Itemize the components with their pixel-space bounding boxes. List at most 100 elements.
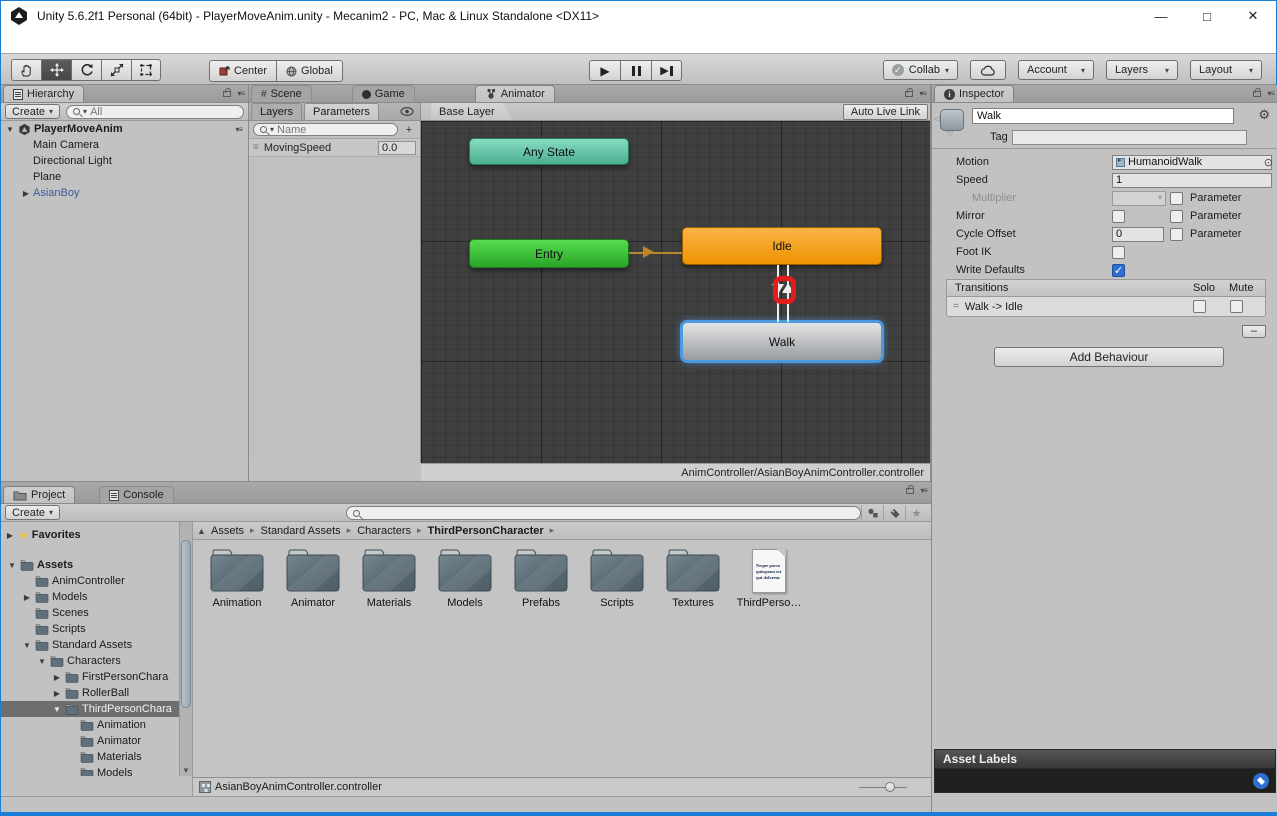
asset-item[interactable]: Textures: [657, 548, 729, 609]
tree-row[interactable]: ▼ Assets: [1, 557, 179, 573]
tag-field[interactable]: [1012, 130, 1247, 145]
hand-tool-button[interactable]: [11, 59, 41, 81]
console-tab[interactable]: Console: [99, 486, 173, 503]
breadcrumb-up-icon[interactable]: ▲: [197, 526, 211, 536]
hierarchy-scene-row[interactable]: ▼ PlayerMoveAnim ▾≡: [1, 121, 248, 137]
motion-field[interactable]: HumanoidWalk: [1112, 155, 1272, 170]
tree-scrollbar[interactable]: ▼: [179, 522, 192, 776]
foot-ik-checkbox[interactable]: [1112, 246, 1125, 259]
tree-row[interactable]: ▼ ThirdPersonChara: [1, 701, 179, 717]
scene-tab[interactable]: # Scene: [251, 85, 312, 102]
drag-handle-icon[interactable]: =: [953, 301, 959, 312]
hierarchy-item[interactable]: Main Camera: [1, 137, 248, 153]
label-tag-icon[interactable]: [1253, 773, 1269, 789]
foldout-icon[interactable]: ▼: [7, 561, 17, 570]
any-state-node[interactable]: Any State: [469, 138, 629, 165]
lock-icon[interactable]: [905, 91, 913, 97]
tree-row[interactable]: ▶ Models: [1, 589, 179, 605]
menu-item[interactable]: [3, 31, 23, 53]
remove-transition-button[interactable]: –: [1242, 325, 1266, 338]
transition-row[interactable]: = Walk -> Idle: [946, 297, 1266, 317]
auto-live-link-button[interactable]: Auto Live Link: [843, 104, 928, 120]
gear-icon[interactable]: ⚙: [1258, 107, 1270, 123]
maximize-button[interactable]: □: [1184, 1, 1230, 31]
multiplier-parameter-checkbox[interactable]: [1170, 192, 1183, 205]
asset-item[interactable]: Prefabs: [505, 548, 577, 609]
favorites-row[interactable]: ▶ ★ Favorites: [1, 527, 179, 543]
add-behaviour-button[interactable]: Add Behaviour: [994, 347, 1224, 367]
foldout-icon[interactable]: ▶: [21, 189, 31, 198]
menu-item[interactable]: [83, 31, 103, 53]
slider-knob[interactable]: [885, 782, 895, 792]
state-machine-graph[interactable]: Any State Entry Idle Walk: [421, 121, 930, 463]
move-tool-button[interactable]: [41, 59, 71, 81]
speed-field[interactable]: 1: [1112, 173, 1272, 188]
eye-icon[interactable]: [400, 107, 414, 116]
menu-item[interactable]: [143, 31, 163, 53]
parameter-search-input[interactable]: ▾ Name: [253, 123, 398, 136]
scale-tool-button[interactable]: [101, 59, 131, 81]
tree-row[interactable]: Scripts: [1, 621, 179, 637]
panel-menu-icon[interactable]: ▾≡: [919, 89, 926, 98]
write-defaults-checkbox[interactable]: [1112, 264, 1125, 277]
tree-row[interactable]: Models: [1, 765, 179, 776]
account-dropdown[interactable]: Account ▾: [1018, 60, 1094, 80]
layers-dropdown[interactable]: Layers ▾: [1106, 60, 1178, 80]
tree-row[interactable]: Materials: [1, 749, 179, 765]
search-by-label-icon[interactable]: [883, 505, 905, 521]
saved-search-star-icon[interactable]: ★: [905, 505, 927, 521]
parameter-value-field[interactable]: 0.0: [378, 141, 416, 155]
menu-item[interactable]: [23, 31, 43, 53]
project-tab[interactable]: Project: [3, 486, 75, 503]
hierarchy-item[interactable]: Plane: [1, 169, 248, 185]
walk-state-node[interactable]: Walk: [682, 322, 882, 361]
foldout-icon[interactable]: ▼: [22, 641, 32, 650]
project-create-button[interactable]: Create▾: [5, 505, 60, 520]
lock-icon[interactable]: [223, 91, 231, 97]
lock-icon[interactable]: [1253, 91, 1261, 97]
layers-tab[interactable]: Layers: [251, 103, 302, 120]
foldout-icon[interactable]: ▶: [22, 593, 32, 602]
inspector-tab[interactable]: i Inspector: [934, 85, 1014, 102]
menu-item[interactable]: [103, 31, 123, 53]
game-tab[interactable]: Game: [352, 85, 415, 102]
search-by-type-icon[interactable]: [861, 505, 883, 521]
tree-row[interactable]: AnimController: [1, 573, 179, 589]
state-name-field[interactable]: Walk: [972, 108, 1234, 124]
rotate-tool-button[interactable]: [71, 59, 101, 81]
panel-menu-icon[interactable]: ▾≡: [920, 486, 927, 495]
panel-menu-icon[interactable]: ▾≡: [235, 125, 242, 134]
asset-item[interactable]: Models: [429, 548, 501, 609]
scrollbar-thumb[interactable]: [181, 540, 191, 708]
menu-item[interactable]: [123, 31, 143, 53]
menu-item[interactable]: [63, 31, 83, 53]
tree-row[interactable]: ▼ Standard Assets: [1, 637, 179, 653]
asset-item[interactable]: Materials: [353, 548, 425, 609]
cloud-button[interactable]: [970, 60, 1006, 80]
layout-dropdown[interactable]: Layout ▾: [1190, 60, 1262, 80]
project-search-input[interactable]: [346, 506, 861, 520]
pause-button[interactable]: [620, 60, 651, 81]
step-button[interactable]: ▶: [651, 60, 682, 81]
lock-icon[interactable]: [906, 488, 914, 494]
asset-item[interactable]: Scripts: [581, 548, 653, 609]
close-button[interactable]: ✕: [1230, 1, 1276, 31]
add-parameter-button[interactable]: +: [402, 124, 416, 136]
tree-row[interactable]: ▶ RollerBall: [1, 685, 179, 701]
foldout-icon[interactable]: ▶: [52, 689, 62, 698]
parameters-tab[interactable]: Parameters: [304, 103, 379, 120]
asset-item[interactable]: Animator: [277, 548, 349, 609]
play-button[interactable]: ▶: [589, 60, 620, 81]
tree-row[interactable]: ▼ Characters: [1, 653, 179, 669]
thumbnail-zoom-slider[interactable]: [859, 787, 907, 788]
entry-to-idle-transition[interactable]: [629, 252, 682, 254]
asset-item[interactable]: Animation: [201, 548, 273, 609]
tree-row[interactable]: Animator: [1, 733, 179, 749]
tree-row[interactable]: Scenes: [1, 605, 179, 621]
breadcrumb-item[interactable]: Characters: [357, 525, 427, 537]
drag-handle-icon[interactable]: ≡: [253, 142, 259, 153]
mirror-checkbox[interactable]: [1112, 210, 1125, 223]
cycle-offset-field[interactable]: 0: [1112, 227, 1164, 242]
panel-menu-icon[interactable]: ▾≡: [1267, 89, 1274, 98]
hierarchy-item[interactable]: ▶ AsianBoy: [1, 185, 248, 201]
